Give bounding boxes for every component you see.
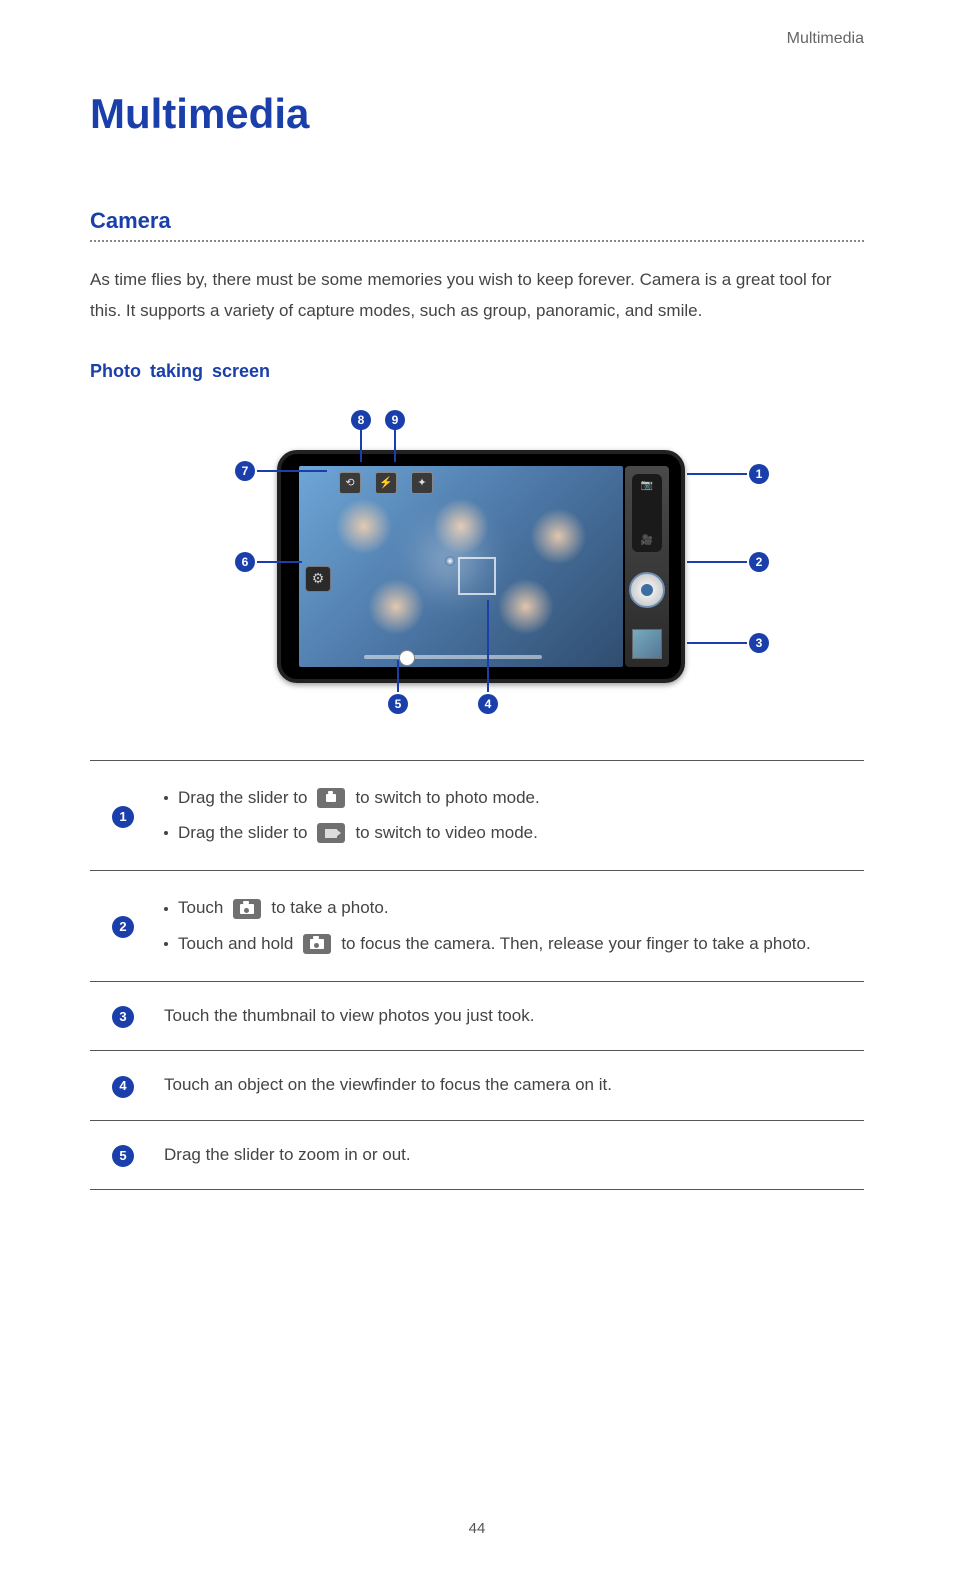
leader-line [487,600,489,692]
callout-9: 9 [385,410,405,430]
camera-screen-diagram: ⟲ ⚡ ✦ ⚙ 📷 🎥 1 2 [157,410,797,740]
running-header: Multimedia [90,30,864,48]
table-row: 3 Touch the thumbnail to view photos you… [90,982,864,1051]
row-number-badge: 4 [112,1076,134,1098]
leader-line [687,561,747,563]
viewfinder: ⟲ ⚡ ✦ ⚙ [299,466,623,667]
text-segment: Touch [178,892,223,924]
leader-line [397,660,399,692]
callout-1: 1 [749,464,769,484]
table-row: 4 Touch an object on the viewfinder to f… [90,1051,864,1120]
text-segment: to switch to photo mode. [355,782,539,814]
text-segment: to focus the camera. Then, release your … [341,928,810,960]
callout-3: 3 [749,633,769,653]
shutter-button [629,572,665,608]
row-number-badge: 2 [112,916,134,938]
photo-mode-icon: 📷 [641,480,653,491]
callout-2: 2 [749,552,769,572]
text-segment: Drag the slider to [178,817,307,849]
video-mode-icon: 🎥 [641,535,653,546]
video-mode-chip-icon [317,823,345,843]
camera-intro-paragraph: As time flies by, there must be some mem… [90,264,864,327]
row-content: Touch to take a photo. Touch and hold to… [156,871,864,982]
section-divider [90,240,864,242]
callout-4: 4 [478,694,498,714]
mode-slider: 📷 🎥 [632,474,662,552]
row-number-badge: 3 [112,1006,134,1028]
leader-line [257,470,327,472]
zoom-slider [364,655,542,659]
flash-icon: ⚡ [375,472,397,494]
row-number-badge: 5 [112,1145,134,1167]
text-segment: to take a photo. [271,892,388,924]
row-content: Drag the slider to to switch to photo mo… [156,760,864,871]
row-content: Touch an object on the viewfinder to foc… [156,1051,864,1120]
settings-icon: ⚙ [305,566,331,592]
callout-7: 7 [235,461,255,481]
gallery-thumbnail [632,629,662,659]
callout-8: 8 [351,410,371,430]
shutter-chip-icon [303,934,331,954]
phone-frame: ⟲ ⚡ ✦ ⚙ 📷 🎥 [277,450,685,683]
bullet-icon [164,907,168,911]
photo-mode-chip-icon [317,788,345,808]
table-row: 1 Drag the slider to to switch to photo … [90,760,864,871]
table-row: 2 Touch to take a photo. Touch and hold … [90,871,864,982]
subsection-heading: Photo taking screen [90,361,864,382]
switch-camera-icon: ⟲ [339,472,361,494]
callout-description-table: 1 Drag the slider to to switch to photo … [90,760,864,1190]
text-segment: Drag the slider to [178,782,307,814]
bullet-icon [164,942,168,946]
callout-5: 5 [388,694,408,714]
chapter-title: Multimedia [90,90,864,138]
leader-line [687,642,747,644]
bullet-icon [164,796,168,800]
focus-indicator [458,557,496,595]
manual-page: Multimedia Multimedia Camera As time fli… [0,0,954,1577]
row-number-badge: 1 [112,806,134,828]
leader-line [257,561,302,563]
callout-6: 6 [235,552,255,572]
effects-icon: ✦ [411,472,433,494]
shutter-chip-icon [233,899,261,919]
text-segment: to switch to video mode. [355,817,537,849]
text-segment: Touch and hold [178,928,293,960]
right-control-bar: 📷 🎥 [625,466,669,667]
row-content: Drag the slider to zoom in or out. [156,1120,864,1189]
row-content: Touch the thumbnail to view photos you j… [156,982,864,1051]
bullet-icon [164,831,168,835]
leader-line [687,473,747,475]
table-row: 5 Drag the slider to zoom in or out. [90,1120,864,1189]
page-number: 44 [0,1520,954,1537]
top-icon-row: ⟲ ⚡ ✦ [339,472,433,494]
section-heading-camera: Camera [90,208,864,234]
shutter-lens-icon [641,584,653,596]
